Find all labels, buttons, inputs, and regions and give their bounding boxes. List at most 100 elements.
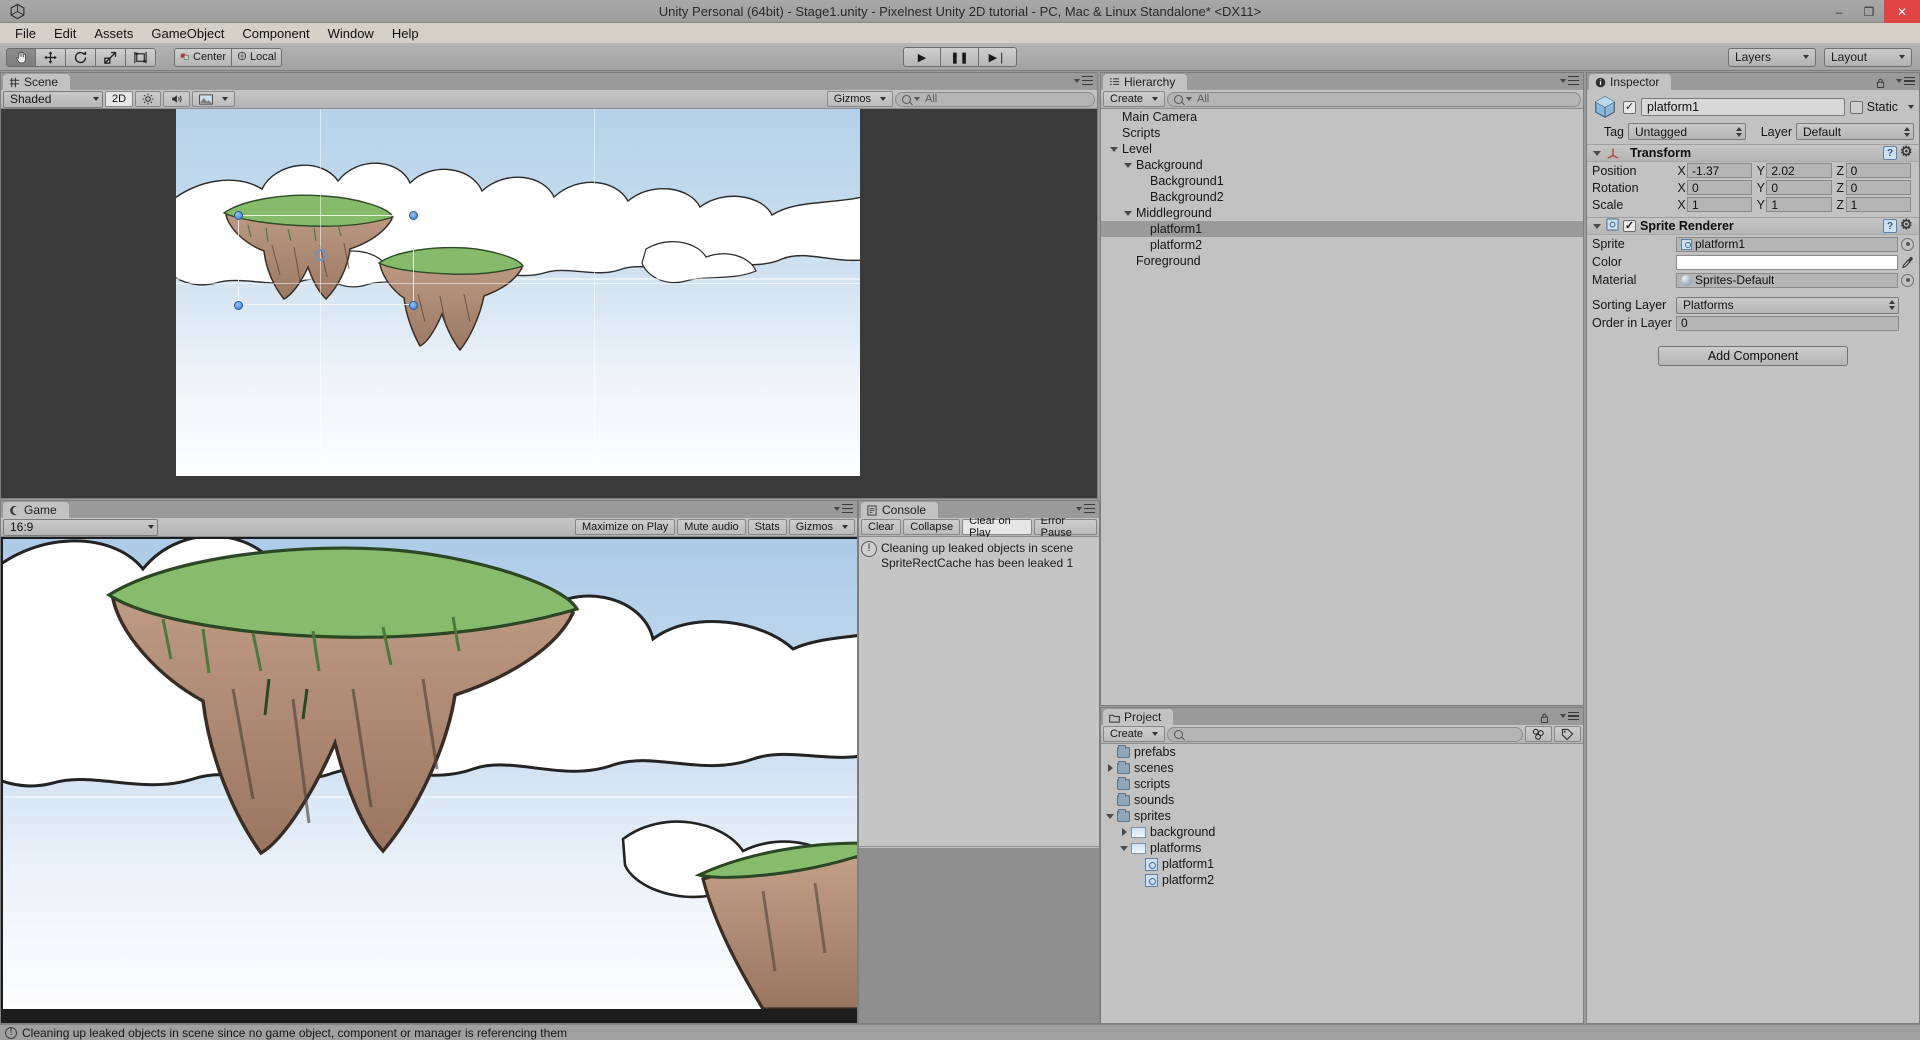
hierarchy-panel-options[interactable] — [1554, 76, 1579, 85]
static-checkbox[interactable] — [1849, 100, 1863, 114]
transform-component-header[interactable]: Transform ? — [1587, 143, 1919, 162]
hierarchy-item-main-camera[interactable]: Main Camera — [1101, 109, 1583, 125]
hierarchy-item-background[interactable]: Background — [1101, 157, 1583, 173]
menu-file[interactable]: File — [6, 24, 45, 43]
add-component-button[interactable]: Add Component — [1658, 346, 1848, 366]
selection-handle-tr[interactable] — [409, 211, 418, 220]
status-bar[interactable]: ! Cleaning up leaked objects in scene si… — [0, 1024, 1920, 1040]
maximize-button[interactable]: ❐ — [1854, 0, 1884, 23]
inspector-panel-options[interactable] — [1876, 76, 1915, 88]
toggle-2d-button[interactable]: 2D — [105, 91, 134, 107]
menu-window[interactable]: Window — [319, 24, 383, 43]
sprite-renderer-component-header[interactable]: ✓ Sprite Renderer ? — [1587, 216, 1919, 235]
project-item-background[interactable]: background — [1101, 824, 1583, 840]
transform-scale-z-input[interactable]: 1 — [1845, 197, 1911, 212]
selection-pivot-icon[interactable] — [315, 249, 327, 261]
scene-panel-options[interactable] — [1068, 76, 1093, 85]
transform-foldout-icon[interactable] — [1592, 148, 1602, 158]
project-search-input[interactable] — [1167, 726, 1523, 742]
tab-scene[interactable]: Scene — [3, 74, 71, 90]
hierarchy-item-scripts[interactable]: Scripts — [1101, 125, 1583, 141]
transform-rotation-y-input[interactable]: 0 — [1766, 180, 1832, 195]
audio-toggle-icon[interactable] — [163, 91, 191, 107]
hierarchy-item-foreground[interactable]: Foreground — [1101, 253, 1583, 269]
hierarchy-item-platform2[interactable]: platform2 — [1101, 237, 1583, 253]
tag-dropdown[interactable]: Untagged — [1628, 123, 1746, 140]
eyedropper-icon[interactable] — [1901, 256, 1914, 269]
static-toggle[interactable]: Static — [1849, 100, 1914, 114]
game-gizmos-button[interactable]: Gizmos — [788, 519, 855, 535]
pivot-rotation-button[interactable]: Local — [232, 47, 283, 67]
help-icon[interactable]: ? — [1883, 146, 1897, 160]
sprite-object-field[interactable]: platform1 — [1676, 236, 1898, 252]
hierarchy-item-platform1[interactable]: platform1 — [1101, 221, 1583, 237]
game-canvas[interactable] — [3, 539, 857, 1009]
gameobject-enabled-checkbox[interactable]: ✓ — [1623, 100, 1636, 114]
transform-position-y-input[interactable]: 2.02 — [1766, 163, 1832, 178]
transform-rotation-z-input[interactable]: 0 — [1845, 180, 1911, 195]
clear-on-play-button[interactable]: Clear on Play — [962, 515, 1032, 539]
console-panel-options[interactable] — [1070, 504, 1095, 513]
close-button[interactable]: ✕ — [1884, 0, 1920, 23]
foldout-down-icon[interactable] — [1105, 811, 1115, 821]
selection-handle-br[interactable] — [409, 301, 418, 310]
tab-game[interactable]: Game — [3, 502, 69, 518]
layer-dropdown[interactable]: Default — [1796, 123, 1914, 140]
minimize-button[interactable]: – — [1824, 0, 1854, 23]
game-viewport[interactable] — [1, 537, 857, 1023]
foldout-down-icon[interactable] — [1119, 843, 1129, 853]
menu-assets[interactable]: Assets — [85, 24, 142, 43]
effects-toggle-icon[interactable] — [192, 91, 236, 107]
project-item-scripts[interactable]: scripts — [1101, 776, 1583, 792]
project-item-prefabs[interactable]: prefabs — [1101, 744, 1583, 760]
sprite-renderer-enabled-checkbox[interactable]: ✓ — [1623, 220, 1636, 232]
project-item-sprites[interactable]: sprites — [1101, 808, 1583, 824]
sprite-picker-button[interactable] — [1901, 237, 1914, 251]
project-item-sounds[interactable]: sounds — [1101, 792, 1583, 808]
menu-edit[interactable]: Edit — [45, 24, 85, 43]
console-message-list[interactable]: ! Cleaning up leaked objects in scene Sp… — [859, 537, 1099, 847]
mute-audio-button[interactable]: Mute audio — [677, 519, 746, 535]
project-item-platform1[interactable]: platform1 — [1101, 856, 1583, 872]
tab-hierarchy[interactable]: Hierarchy — [1103, 74, 1188, 90]
project-panel-options[interactable] — [1540, 711, 1579, 723]
selection-handle-bl[interactable] — [234, 301, 243, 310]
transform-position-z-input[interactable]: 0 — [1845, 163, 1911, 178]
menu-help[interactable]: Help — [383, 24, 428, 43]
order-in-layer-input[interactable]: 0 — [1676, 315, 1899, 331]
color-swatch-field[interactable] — [1676, 254, 1898, 270]
foldout-down-icon[interactable] — [1109, 144, 1119, 154]
lighting-toggle-icon[interactable] — [135, 91, 162, 107]
draw-mode-dropdown[interactable]: Shaded — [3, 90, 103, 108]
project-item-platform2[interactable]: platform2 — [1101, 872, 1583, 888]
hierarchy-search-input[interactable]: All — [1167, 91, 1581, 107]
project-tree[interactable]: prefabs scenes scripts sounds sprites backgro… — [1101, 744, 1583, 1023]
lock-icon[interactable] — [1540, 711, 1549, 723]
hierarchy-tree[interactable]: Main Camera Scripts Level Background Backgro… — [1101, 109, 1583, 705]
foldout-right-icon[interactable] — [1105, 763, 1115, 773]
project-item-platforms[interactable]: platforms — [1101, 840, 1583, 856]
transform-position-x-input[interactable]: -1.37 — [1687, 163, 1753, 178]
rotate-tool-icon[interactable] — [66, 47, 96, 67]
menu-gameobject[interactable]: GameObject — [142, 24, 233, 43]
selection-handle-tl[interactable] — [234, 211, 243, 220]
filter-by-label-icon[interactable] — [1554, 726, 1581, 742]
transform-rotation-x-input[interactable]: 0 — [1687, 180, 1753, 195]
hierarchy-item-background1[interactable]: Background1 — [1101, 173, 1583, 189]
play-button[interactable]: ▶ — [903, 47, 941, 67]
rect-tool-icon[interactable] — [126, 47, 156, 67]
foldout-right-icon[interactable] — [1119, 827, 1129, 837]
menu-component[interactable]: Component — [233, 24, 318, 43]
layers-dropdown[interactable]: Layers — [1728, 47, 1816, 67]
clear-button[interactable]: Clear — [861, 519, 902, 535]
sorting-layer-dropdown[interactable]: Platforms — [1676, 296, 1899, 314]
scene-viewport[interactable] — [1, 109, 1097, 498]
material-picker-button[interactable] — [1901, 273, 1914, 287]
tab-inspector[interactable]: Inspector — [1589, 74, 1672, 90]
scene-canvas[interactable] — [176, 109, 860, 476]
lock-icon[interactable] — [1876, 76, 1885, 88]
hand-tool-icon[interactable] — [6, 47, 36, 67]
filter-by-type-icon[interactable] — [1525, 726, 1552, 742]
pause-button[interactable]: ❚❚ — [941, 47, 979, 67]
foldout-down-icon[interactable] — [1123, 208, 1133, 218]
